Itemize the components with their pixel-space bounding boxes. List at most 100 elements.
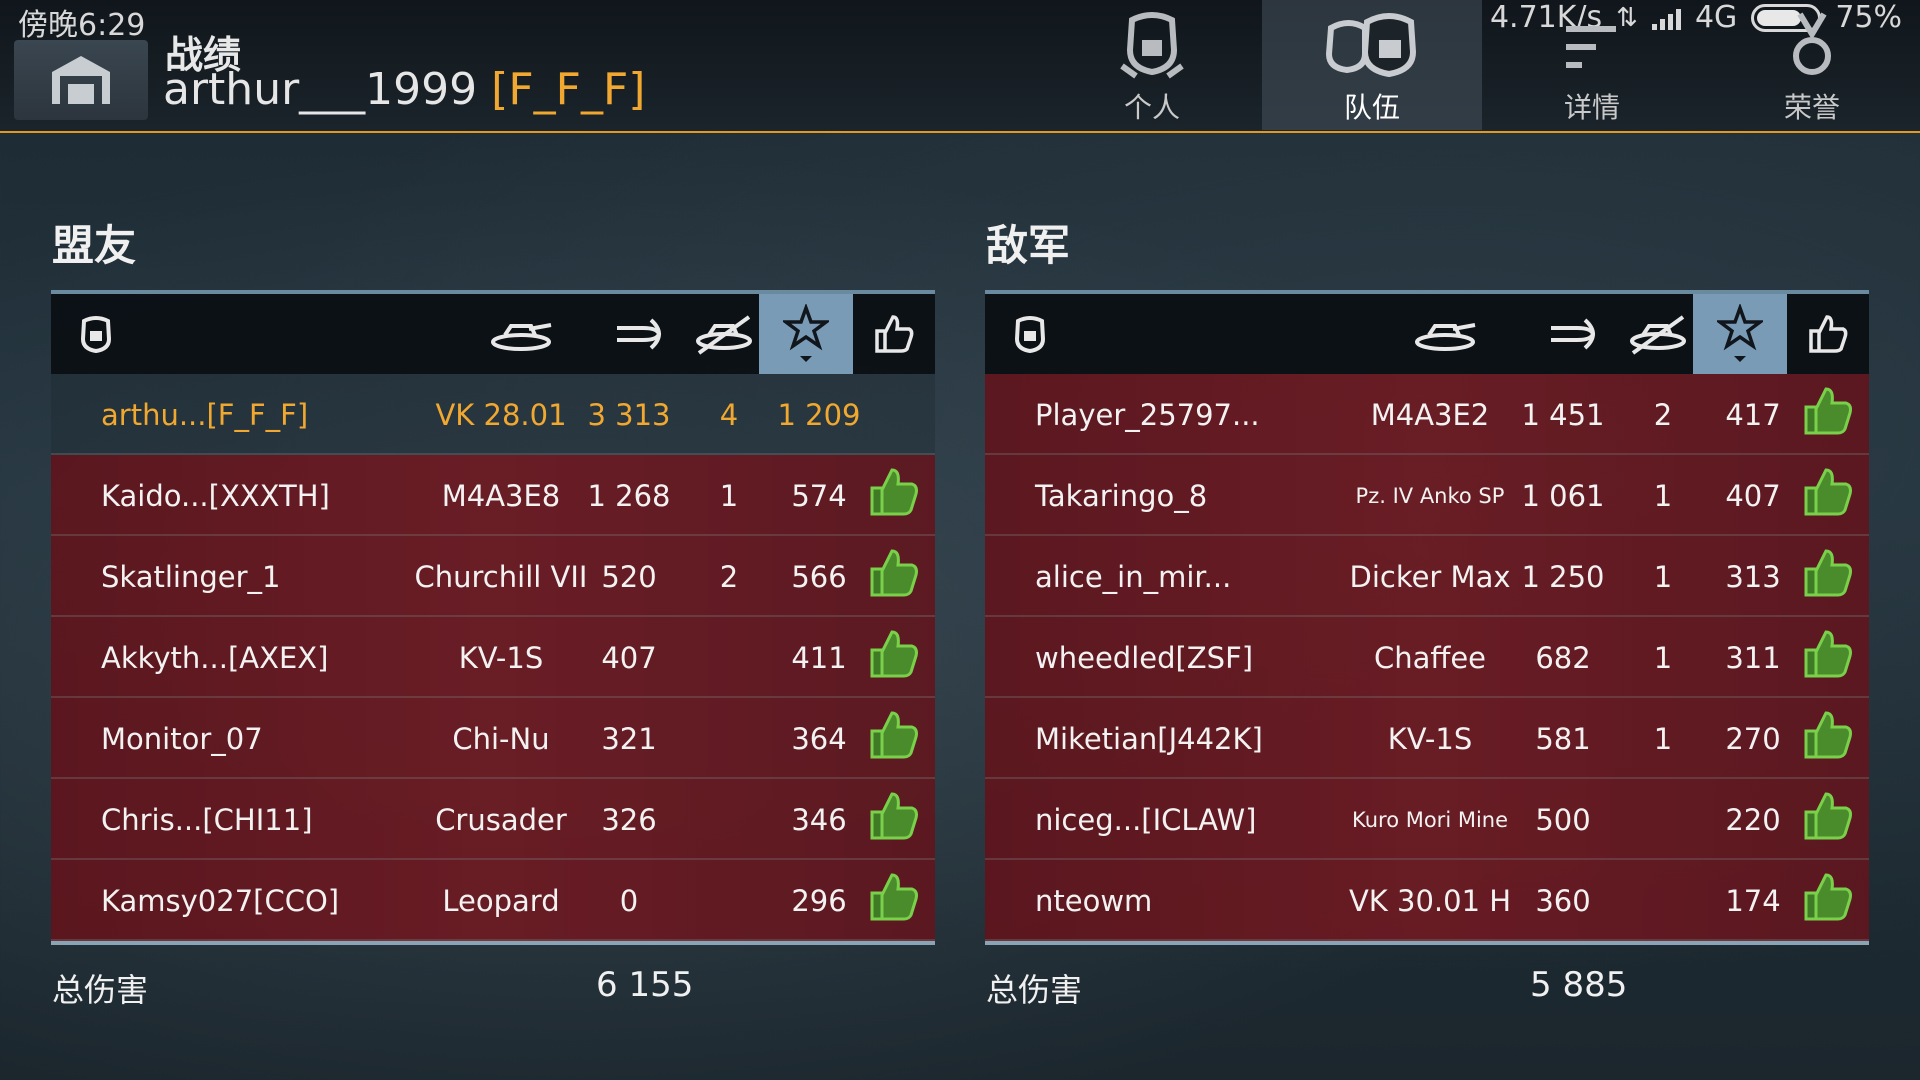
like-cell[interactable] xyxy=(1787,779,1869,860)
enemies-total-label: 总伤害 xyxy=(986,971,1083,1009)
damage-cell: 0 xyxy=(619,883,639,918)
like-cell[interactable] xyxy=(853,617,935,698)
tank-icon[interactable] xyxy=(471,294,571,374)
enemies-rows: Player_25797... M4A3E2 1 451 2 417 Takaringo_… xyxy=(985,374,1869,941)
thumbs-up-icon[interactable] xyxy=(866,466,922,525)
kills-cell: 1 xyxy=(1653,559,1673,594)
player-name-cell: Miketian[J442K] xyxy=(1035,721,1263,756)
enemies-panel: Player_25797... M4A3E2 1 451 2 417 Takaringo_… xyxy=(985,290,1869,945)
allies-total-label: 总伤害 xyxy=(52,971,149,1009)
enemies-header-row xyxy=(985,290,1869,374)
table-row[interactable]: Akkyth...[AXEX] KV-1S 407 411 xyxy=(51,617,935,698)
player-helmet-icon[interactable] xyxy=(985,294,1075,374)
tab-label: 个人 xyxy=(1123,91,1180,124)
player-helmet-icon[interactable] xyxy=(51,294,141,374)
like-cell[interactable] xyxy=(1787,698,1869,779)
tank-name-cell: Pz. IV Anko SP xyxy=(1355,483,1505,508)
star-icon[interactable] xyxy=(759,294,853,374)
like-cell[interactable] xyxy=(1787,536,1869,617)
player-name-cell: alice_in_mir... xyxy=(1035,559,1232,594)
table-row[interactable]: Monitor_07 Chi-Nu 321 364 xyxy=(51,698,935,779)
player-name-cell: nteowm xyxy=(1035,883,1153,918)
allies-title: 盟友 xyxy=(52,221,137,270)
table-row[interactable]: wheedled[ZSF] Chaffee 682 1 311 xyxy=(985,617,1869,698)
like-cell[interactable] xyxy=(853,779,935,860)
thumbs-up-icon[interactable] xyxy=(866,871,922,930)
like-cell[interactable] xyxy=(1787,860,1869,941)
thumbs-up-icon[interactable] xyxy=(853,294,935,374)
kills-cell: 1 xyxy=(1653,478,1673,513)
player-name-cell: niceg...[ICLAW] xyxy=(1035,802,1257,837)
table-row[interactable]: nteowm VK 30.01 H 360 174 xyxy=(985,860,1869,941)
tank-name-cell: Churchill VII xyxy=(414,559,588,594)
thumbs-up-icon[interactable] xyxy=(1800,385,1856,444)
damage-cell: 520 xyxy=(601,559,657,594)
thumbs-up-icon[interactable] xyxy=(1800,547,1856,606)
tank-icon[interactable] xyxy=(1395,294,1495,374)
tab-personal[interactable]: 个人 xyxy=(1042,0,1262,130)
table-row[interactable]: Takaringo_8 Pz. IV Anko SP 1 061 1 407 xyxy=(985,455,1869,536)
player-name-cell: Kaido...[XXXTH] xyxy=(101,478,330,513)
star-icon[interactable] xyxy=(1693,294,1787,374)
player-name-cell: wheedled[ZSF] xyxy=(1035,640,1254,675)
like-cell[interactable] xyxy=(853,860,935,941)
thumbs-up-icon[interactable] xyxy=(866,790,922,849)
like-cell[interactable] xyxy=(853,536,935,617)
damage-cell: 3 313 xyxy=(587,397,671,432)
thumbs-up-icon[interactable] xyxy=(1800,709,1856,768)
destroyed-tank-icon[interactable] xyxy=(1613,294,1703,374)
like-cell[interactable] xyxy=(1787,455,1869,536)
kills-cell xyxy=(689,617,769,698)
status-time: 傍晚6:29 xyxy=(18,8,146,43)
table-row[interactable]: alice_in_mir... Dicker Max 1 250 1 313 xyxy=(985,536,1869,617)
table-row[interactable]: Kaido...[XXXTH] M4A3E8 1 268 1 574 xyxy=(51,455,935,536)
kills-cell xyxy=(689,698,769,779)
player-name-cell: Skatlinger_1 xyxy=(101,559,281,594)
tab-details[interactable]: 详情 xyxy=(1482,0,1702,130)
table-row[interactable]: niceg...[ICLAW] Kuro Mori Mine 500 220 xyxy=(985,779,1869,860)
kills-cell: 4 xyxy=(719,397,739,432)
like-cell xyxy=(853,374,935,455)
like-cell[interactable] xyxy=(853,698,935,779)
kills-cell: 1 xyxy=(1653,721,1673,756)
kills-cell: 1 xyxy=(719,478,739,513)
enemies-total-damage: 5 885 xyxy=(1530,965,1628,1005)
player-name-cell: Akkyth...[AXEX] xyxy=(101,640,329,675)
thumbs-up-icon[interactable] xyxy=(866,709,922,768)
table-row[interactable]: Player_25797... M4A3E2 1 451 2 417 xyxy=(985,374,1869,455)
table-row[interactable]: Kamsy027[CCO] Leopard 0 296 xyxy=(51,860,935,941)
tank-name-cell: Chi-Nu xyxy=(452,721,550,756)
garage-home-button[interactable] xyxy=(14,40,148,120)
damage-cell: 321 xyxy=(601,721,657,756)
tank-name-cell: VK 28.01 xyxy=(435,397,567,432)
destroyed-tank-icon[interactable] xyxy=(679,294,769,374)
thumbs-up-icon[interactable] xyxy=(1800,466,1856,525)
thumbs-up-icon[interactable] xyxy=(1800,790,1856,849)
damage-cell: 500 xyxy=(1535,802,1591,837)
table-row[interactable]: Skatlinger_1 Churchill VII 520 2 566 xyxy=(51,536,935,617)
tank-name-cell: Dicker Max xyxy=(1349,559,1511,594)
player-name-cell: Player_25797... xyxy=(1035,397,1260,432)
like-cell[interactable] xyxy=(1787,617,1869,698)
table-row[interactable]: Miketian[J442K] KV-1S 581 1 270 xyxy=(985,698,1869,779)
tank-name-cell: KV-1S xyxy=(458,640,544,675)
thumbs-up-icon[interactable] xyxy=(1787,294,1869,374)
thumbs-up-icon[interactable] xyxy=(1800,628,1856,687)
allies-rows: arthu...[F_F_F] VK 28.01 3 313 4 1 209 Kaido.… xyxy=(51,374,935,941)
like-cell[interactable] xyxy=(1787,374,1869,455)
thumbs-up-icon[interactable] xyxy=(1800,871,1856,930)
tab-label: 荣誉 xyxy=(1783,91,1840,124)
thumbs-up-icon[interactable] xyxy=(866,628,922,687)
damage-shell-icon[interactable] xyxy=(1525,294,1625,374)
allies-total-damage: 6 155 xyxy=(596,965,694,1005)
tab-honors[interactable]: 荣誉 xyxy=(1702,0,1920,130)
table-row[interactable]: Chris...[CHI11] Crusader 326 346 xyxy=(51,779,935,860)
player-name-cell: Chris...[CHI11] xyxy=(101,802,313,837)
player-name-cell: Takaringo_8 xyxy=(1035,478,1208,513)
thumbs-up-icon[interactable] xyxy=(866,547,922,606)
kills-cell xyxy=(1623,779,1703,860)
damage-shell-icon[interactable] xyxy=(591,294,691,374)
table-row[interactable]: arthu...[F_F_F] VK 28.01 3 313 4 1 209 xyxy=(51,374,935,455)
like-cell[interactable] xyxy=(853,455,935,536)
tab-team[interactable]: 队伍 xyxy=(1262,0,1482,130)
